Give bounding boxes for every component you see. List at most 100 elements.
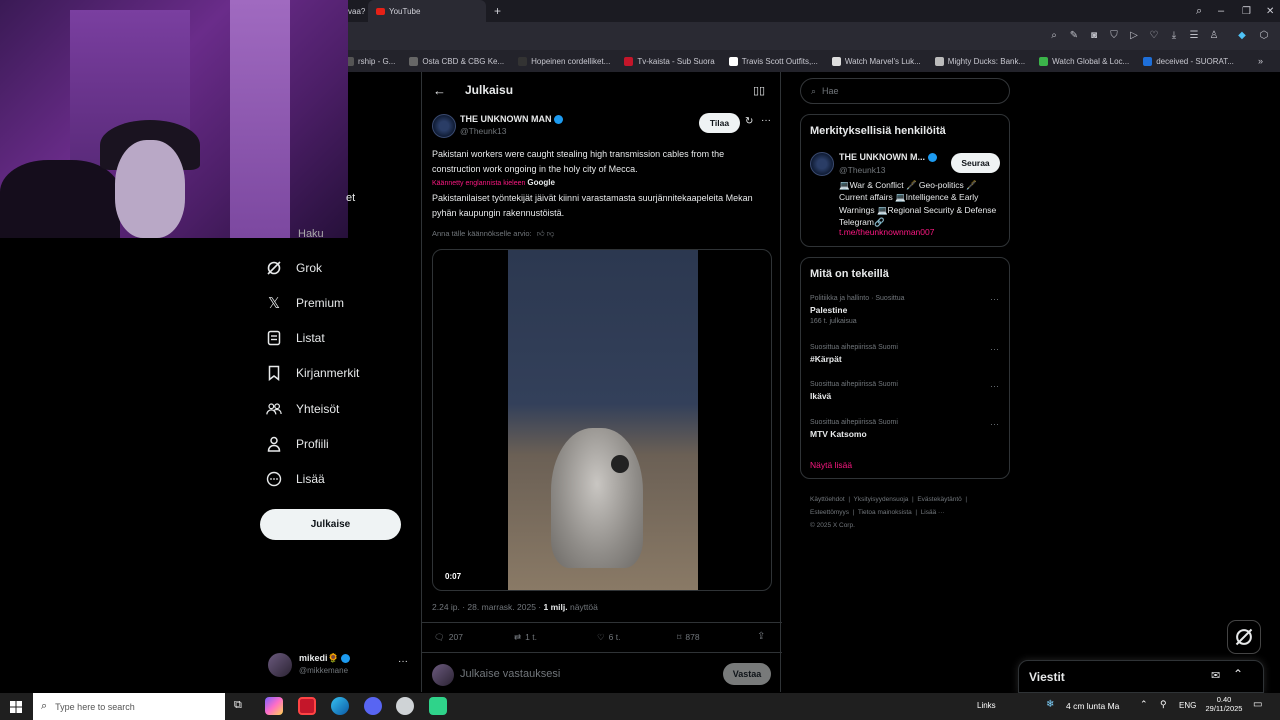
- thumbs-up-icon[interactable]: 👍︎: [537, 229, 545, 238]
- show-more-link[interactable]: Näytä lisää: [810, 460, 852, 470]
- nav-item-more[interactable]: Lisää: [266, 467, 325, 491]
- post-button[interactable]: Julkaise: [260, 509, 401, 540]
- post-timestamp[interactable]: 2.24 ip. · 28. marrask. 2025 ·: [432, 602, 541, 612]
- taskbar-app-generic[interactable]: [396, 697, 414, 715]
- person-avatar[interactable]: [810, 152, 834, 176]
- bookmark-item[interactable]: Watch Global & Loc...: [1039, 56, 1129, 66]
- nav-item-communities[interactable]: Yhteisöt: [266, 397, 339, 421]
- subscribe-button[interactable]: Tilaa: [699, 113, 740, 133]
- bookmark-item[interactable]: Mighty Ducks: Bank...: [934, 56, 1025, 66]
- account-icon[interactable]: ♙: [1208, 30, 1220, 42]
- chevron-right-icon[interactable]: »: [1258, 56, 1263, 66]
- person-name[interactable]: THE UNKNOWN M...: [839, 152, 925, 162]
- trend-item[interactable]: Suosittua aihepiirissä Suomi #Kärpät: [810, 344, 1000, 364]
- chevron-up-icon[interactable]: ⌃: [1140, 699, 1148, 710]
- reply-icon: 🗨︎: [434, 632, 445, 642]
- zoom-icon[interactable]: ⌕: [1048, 30, 1060, 42]
- taskbar-app-copilot[interactable]: [265, 697, 283, 715]
- search-input[interactable]: ⌕ Hae: [800, 78, 1010, 104]
- trend-item[interactable]: Politiikka ja hallinto · Suosittua Pales…: [810, 295, 1000, 325]
- restore-icon[interactable]: ❐: [1234, 0, 1259, 22]
- webcam-door: [230, 0, 290, 238]
- bookmark-item[interactable]: Hopeinen cordelliket...: [518, 56, 610, 66]
- nav-item-premium[interactable]: 𝕏 Premium: [266, 291, 344, 315]
- video-player[interactable]: 0:07: [432, 249, 772, 591]
- post-text: Pakistani workers were caught stealing h…: [432, 149, 725, 174]
- reply-button[interactable]: Vastaa: [723, 663, 771, 685]
- weather-text[interactable]: 4 cm lunta Ma: [1066, 701, 1119, 711]
- clock[interactable]: 0.40 29/11/2025: [1204, 695, 1244, 713]
- taskbar-app-green[interactable]: [429, 697, 447, 715]
- weather-icon[interactable]: ❄: [1046, 699, 1054, 710]
- messages-drawer[interactable]: Viestit ✉ ⌃: [1018, 660, 1264, 693]
- nav-item-lists[interactable]: Listat: [266, 326, 325, 350]
- windows-start-icon[interactable]: [10, 700, 22, 713]
- repost-action[interactable]: ⇄ 1 t.: [514, 632, 537, 643]
- verified-icon: [554, 115, 564, 125]
- reply-action[interactable]: 🗨︎ 207: [434, 632, 463, 643]
- back-arrow-icon[interactable]: ←: [433, 83, 446, 98]
- reader-icon[interactable]: ▯▯: [753, 84, 765, 97]
- bookmark-item[interactable]: Tv-kaista - Sub Suora: [624, 56, 715, 66]
- like-action[interactable]: ♡ 6 t.: [597, 632, 620, 643]
- download-icon[interactable]: ⤓: [1168, 30, 1180, 42]
- bookmark-item[interactable]: deceived - SUORAT...: [1143, 56, 1234, 66]
- bookmark-item[interactable]: Travis Scott Outfits,...: [728, 56, 818, 66]
- author-avatar[interactable]: [432, 114, 456, 138]
- task-view-icon[interactable]: ⧉: [234, 699, 242, 712]
- trend-item[interactable]: Suosittua aihepiirissä Suomi MTV Katsomo: [810, 419, 1000, 439]
- nav-item-grok[interactable]: Grok: [266, 256, 322, 280]
- shield-icon[interactable]: ⛉: [1108, 30, 1120, 42]
- new-tab-button[interactable]: +: [486, 0, 509, 22]
- profile-icon: [266, 436, 282, 452]
- heart-icon[interactable]: ♡: [1148, 30, 1160, 42]
- bookmark-item[interactable]: rship - G...: [345, 56, 395, 66]
- grok-button[interactable]: [1227, 620, 1261, 654]
- trend-more-icon[interactable]: ···: [990, 294, 999, 304]
- bookmark-favicon-icon: [1039, 56, 1049, 66]
- trend-more-icon[interactable]: ···: [990, 419, 999, 429]
- reply-input[interactable]: Julkaise vastauksesi: [460, 668, 560, 680]
- trend-more-icon[interactable]: ···: [990, 381, 999, 391]
- language-indicator[interactable]: ENG: [1179, 701, 1196, 710]
- account-more-icon[interactable]: ···: [398, 656, 408, 667]
- camera-icon[interactable]: ◙: [1088, 30, 1100, 42]
- nav-item-bookmarks[interactable]: Kirjanmerkit: [266, 361, 359, 385]
- author-handle[interactable]: @Theunk13: [460, 126, 506, 136]
- follow-button[interactable]: Seuraa: [951, 153, 1000, 173]
- translated-from[interactable]: Käännetty englannista kieleen: [432, 180, 525, 187]
- play-icon[interactable]: ▷: [1128, 30, 1140, 42]
- minimize-icon[interactable]: –: [1210, 0, 1232, 22]
- search-tabs-icon[interactable]: ⌕: [1188, 0, 1210, 22]
- nav-item-profile[interactable]: Profiili: [266, 432, 329, 456]
- verified-icon: [341, 654, 351, 664]
- trend-more-icon[interactable]: ···: [990, 344, 999, 354]
- tab-youtube[interactable]: YouTube: [368, 0, 486, 22]
- account-switcher[interactable]: mikedi🌻 @mikkemane ···: [268, 650, 413, 682]
- taskbar-app-opera[interactable]: [298, 697, 316, 715]
- expand-icon[interactable]: ⌃: [1233, 667, 1243, 681]
- bookmark-action[interactable]: ⌑ 878: [677, 632, 700, 643]
- grok-explain-icon[interactable]: ↻: [745, 116, 753, 127]
- more-options-icon[interactable]: ···: [761, 115, 771, 126]
- extension-icon[interactable]: ◆: [1236, 30, 1248, 42]
- edit-icon[interactable]: ✎: [1068, 30, 1080, 42]
- cube-icon[interactable]: ⬡: [1258, 30, 1270, 42]
- messages-title: Viestit: [1029, 670, 1065, 684]
- share-icon[interactable]: ⇪: [757, 631, 765, 642]
- person-bio-link[interactable]: t.me/theunknownman007: [839, 227, 934, 237]
- bookmark-item[interactable]: Osta CBD & CBG Ke...: [409, 56, 504, 66]
- bookmark-item[interactable]: Watch Marvel's Luk...: [831, 56, 921, 66]
- trend-item[interactable]: Suosittua aihepiirissä Suomi Ikävä: [810, 381, 1000, 401]
- close-icon[interactable]: ✕: [1258, 0, 1280, 22]
- links-toolbar[interactable]: Links: [977, 701, 996, 710]
- notification-icon[interactable]: ▭: [1253, 699, 1262, 710]
- taskbar-search-input[interactable]: ⌕ Type here to search: [33, 693, 225, 720]
- network-icon[interactable]: ⚲: [1160, 699, 1167, 710]
- new-message-icon[interactable]: ✉: [1211, 669, 1220, 682]
- author-name[interactable]: THE UNKNOWN MAN: [460, 114, 552, 124]
- menu-icon[interactable]: ☰: [1188, 30, 1200, 42]
- taskbar-app-discord[interactable]: [364, 697, 382, 715]
- taskbar-app-edge[interactable]: [331, 697, 349, 715]
- thumbs-down-icon[interactable]: 👎︎: [547, 229, 555, 238]
